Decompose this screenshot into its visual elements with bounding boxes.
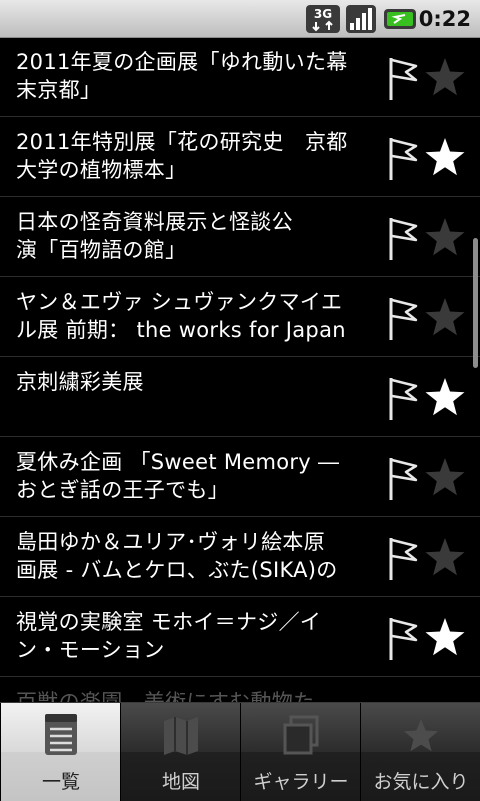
- list-item[interactable]: 夏休み企画 「Sweet Memory ― おとぎ話の王子でも」: [0, 438, 480, 517]
- flag-icon[interactable]: [386, 534, 420, 582]
- list-item-title-line: 演「百物語の館」: [16, 238, 187, 262]
- flag-icon[interactable]: [386, 294, 420, 342]
- 3g-data-icon: 3G: [306, 5, 340, 33]
- list-item-title-line: おとぎ話の王子でも」: [16, 478, 229, 502]
- star-empty-icon[interactable]: [424, 456, 466, 498]
- list-item-title: 2011年特別展「花の研究史 京都 大学の植物標本」: [16, 128, 384, 184]
- tab-favorites[interactable]: お気に入り: [360, 703, 480, 801]
- list-item-title-line: 夏休み企画 「Sweet Memory ―: [16, 450, 340, 474]
- star-filled-icon[interactable]: [424, 616, 466, 658]
- star-empty-icon[interactable]: [424, 216, 466, 258]
- map-icon: [164, 717, 198, 755]
- list-item-title: 日本の怪奇資料展示と怪談公 演「百物語の館」: [16, 208, 384, 264]
- list-item-title: 京刺繍彩美展: [16, 368, 384, 396]
- tab-list[interactable]: 一覧: [0, 703, 120, 801]
- list-item-title-line: ヤン＆エヴァ シュヴァンクマイエ: [16, 290, 343, 314]
- list-item[interactable]: 百獣の楽園 美術にすむ動物た: [0, 678, 480, 702]
- battery-charging-icon: [384, 9, 416, 29]
- list-item[interactable]: 島田ゆか＆ユリア･ヴォリ絵本原 画展 - バムとケロ、ぶた(SIKA)の: [0, 518, 480, 597]
- gallery-icon: [283, 715, 319, 755]
- list-item-title-line: 画展 - バムとケロ、ぶた(SIKA)の: [16, 558, 338, 582]
- flag-icon[interactable]: [386, 374, 420, 422]
- list-item-title-line: 島田ゆか＆ユリア･ヴォリ絵本原: [16, 530, 325, 554]
- list-item-title: 視覚の実験室 モホイ＝ナジ／イ ン・モーション: [16, 608, 384, 664]
- list-item-title-line: 2011年夏の企画展「ゆれ動いた幕: [16, 50, 348, 74]
- signal-strength-icon: [346, 5, 376, 33]
- list-item-title: 2011年夏の企画展「ゆれ動いた幕 末京都」: [16, 48, 384, 104]
- list-item-title-line: 視覚の実験室 モホイ＝ナジ／イ: [16, 610, 322, 634]
- exhibition-list[interactable]: 2011年夏の企画展「ゆれ動いた幕 末京都」 2011年特別展「花の研究史 京都 大学…: [0, 38, 480, 702]
- list-item[interactable]: 視覚の実験室 モホイ＝ナジ／イ ン・モーション: [0, 598, 480, 677]
- tab-map[interactable]: 地図: [120, 703, 240, 801]
- list-item-title-line: 京刺繍彩美展: [16, 370, 144, 394]
- star-empty-icon[interactable]: [424, 56, 466, 98]
- star-filled-icon[interactable]: [424, 136, 466, 178]
- flag-icon[interactable]: [386, 134, 420, 182]
- star-empty-icon[interactable]: [424, 536, 466, 578]
- tab-label-map: 地図: [161, 771, 200, 793]
- list-item[interactable]: 日本の怪奇資料展示と怪談公 演「百物語の館」: [0, 198, 480, 277]
- flag-icon[interactable]: [386, 454, 420, 502]
- list-item-title: 島田ゆか＆ユリア･ヴォリ絵本原 画展 - バムとケロ、ぶた(SIKA)の: [16, 528, 384, 584]
- favorites-star-icon: [404, 719, 438, 752]
- list-item[interactable]: 2011年特別展「花の研究史 京都 大学の植物標本」: [0, 118, 480, 197]
- list-item-title-line: 日本の怪奇資料展示と怪談公: [16, 210, 293, 234]
- star-filled-icon[interactable]: [424, 376, 466, 418]
- tab-label-favorites: お気に入り: [373, 771, 469, 793]
- status-bar: 3G 0:22: [0, 0, 480, 38]
- list-item-title-line: 末京都」: [16, 78, 102, 102]
- flag-icon[interactable]: [386, 614, 420, 662]
- clock-time: 0:22: [418, 7, 471, 31]
- list-item[interactable]: 京刺繍彩美展: [0, 358, 480, 437]
- tab-label-gallery: ギャラリー: [253, 771, 349, 793]
- tab-bar: 一覧 地図 ギャラリー お気に入り: [0, 702, 480, 801]
- list-item-title: 夏休み企画 「Sweet Memory ― おとぎ話の王子でも」: [16, 448, 384, 504]
- flag-icon[interactable]: [386, 214, 420, 262]
- list-item-title-line: 百獣の楽園 美術にすむ動物た: [16, 690, 315, 702]
- list-item-title-line: 大学の植物標本」: [16, 158, 187, 182]
- tab-gallery[interactable]: ギャラリー: [240, 703, 360, 801]
- star-empty-icon[interactable]: [424, 296, 466, 338]
- list-item[interactable]: 2011年夏の企画展「ゆれ動いた幕 末京都」: [0, 38, 480, 117]
- list-item-title: 百獣の楽園 美術にすむ動物た: [16, 688, 384, 702]
- list-item[interactable]: ヤン＆エヴァ シュヴァンクマイエ ル展 前期： the works for Jap…: [0, 278, 480, 357]
- list-item-title-line: ル展 前期： the works for Japan: [16, 318, 346, 342]
- list-scrollbar[interactable]: [473, 238, 478, 368]
- list-item-title-line: 2011年特別展「花の研究史 京都: [16, 130, 348, 154]
- list-item-title-line: ン・モーション: [16, 638, 165, 662]
- network-badge-text: 3G: [314, 7, 332, 21]
- tab-label-list: 一覧: [41, 771, 80, 793]
- list-item-title: ヤン＆エヴァ シュヴァンクマイエ ル展 前期： the works for Jap…: [16, 288, 384, 344]
- flag-icon[interactable]: [386, 54, 420, 102]
- list-icon: [45, 714, 77, 755]
